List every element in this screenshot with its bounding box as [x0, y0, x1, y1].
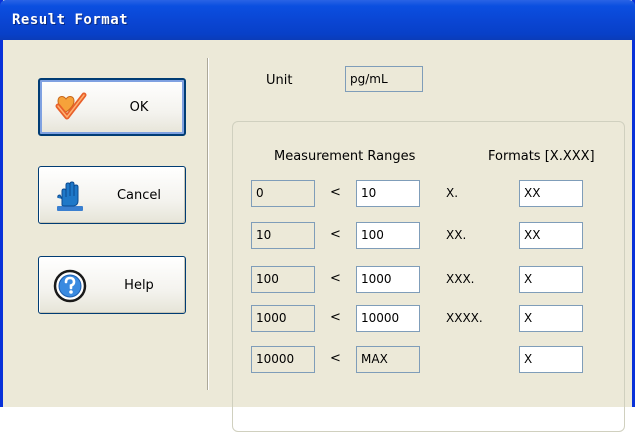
cancel-button[interactable]: Cancel — [38, 166, 186, 224]
help-button-label: Help — [124, 277, 154, 293]
format-input[interactable]: X — [519, 266, 583, 293]
less-than-operator: < — [330, 351, 341, 366]
format-input[interactable]: X — [519, 305, 583, 332]
vertical-divider — [207, 58, 209, 390]
range-upper-input[interactable]: 10000 — [356, 305, 420, 332]
format-input[interactable]: XX — [519, 222, 583, 249]
ok-button[interactable]: OK — [38, 78, 186, 136]
range-lower-field: 10 — [251, 222, 315, 249]
format-label: X. — [446, 186, 459, 200]
unit-label: Unit — [266, 73, 293, 88]
range-lower-field: 1000 — [251, 305, 315, 332]
ok-button-label: OK — [129, 99, 149, 115]
range-upper-input[interactable]: 100 — [356, 222, 420, 249]
less-than-operator: < — [330, 227, 341, 242]
range-lower-field: 10000 — [251, 346, 315, 373]
help-button[interactable]: Help — [38, 256, 186, 314]
format-input[interactable]: XX — [519, 180, 583, 207]
less-than-operator: < — [330, 310, 341, 325]
help-icon — [53, 269, 87, 303]
ranges-header: Measurement Ranges — [274, 149, 416, 164]
check-icon — [55, 92, 87, 120]
range-upper-input[interactable]: 10 — [356, 180, 420, 207]
window-title: Result Format — [12, 12, 129, 28]
cancel-button-label: Cancel — [116, 187, 162, 203]
format-input[interactable]: X — [519, 346, 583, 373]
dialog-content: OK Cancel Help Unit pg/mL Measurement Ra… — [3, 40, 632, 432]
format-label: XXXX. — [446, 311, 483, 325]
range-lower-field: 0 — [251, 180, 315, 207]
format-label: XX. — [446, 228, 467, 242]
unit-field: pg/mL — [345, 66, 423, 92]
less-than-operator: < — [330, 185, 341, 200]
hand-icon — [57, 181, 83, 211]
less-than-operator: < — [330, 271, 341, 286]
range-upper-input[interactable]: 1000 — [356, 266, 420, 293]
title-bar[interactable]: Result Format — [0, 0, 635, 40]
range-upper-field: MAX — [356, 346, 420, 373]
format-label: XXX. — [446, 272, 475, 286]
result-format-window: Result Format OK Cancel Help Unit pg/mL … — [0, 0, 635, 432]
formats-header: Formats [X.XXX] — [488, 149, 595, 164]
range-lower-field: 100 — [251, 266, 315, 293]
